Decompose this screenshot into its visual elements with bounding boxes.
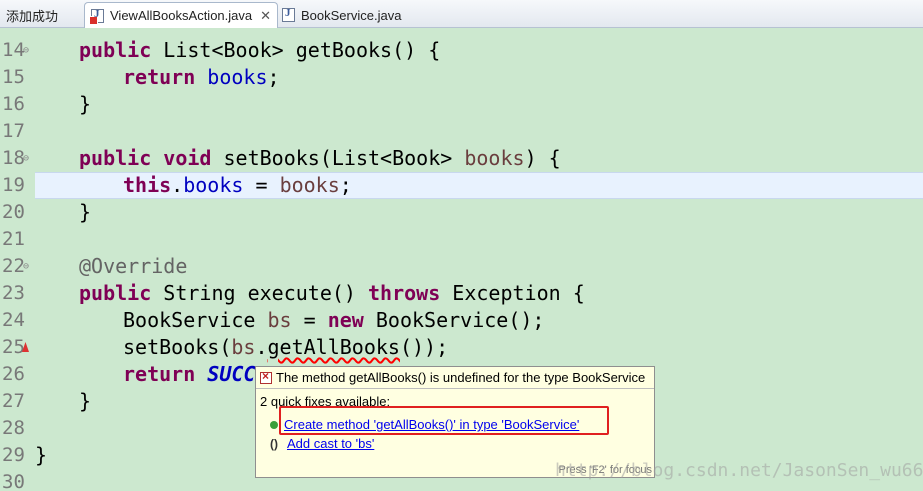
undefined-method-error: getAllBooks [267, 335, 400, 359]
fold-icon[interactable]: ⊖ [23, 145, 29, 172]
line-number: 16 [2, 93, 25, 115]
code-line-23: public String execute() throws Exception… [79, 281, 585, 305]
code-line-20: } [79, 200, 92, 224]
code-line-29: } [35, 443, 48, 467]
tab-bookservice[interactable]: BookService.java [276, 2, 407, 28]
code-line-16: } [79, 92, 92, 116]
code-line-19: this.books = books; [123, 173, 352, 197]
java-file-icon [282, 7, 295, 22]
quick-fix-add-cast[interactable]: () Add cast to 'bs' [270, 436, 374, 451]
code-line-14: public List<Book> getBooks() { [79, 38, 441, 62]
code-line-22: @Override [79, 254, 188, 278]
error-message: The method getAllBooks() is undefined fo… [276, 370, 646, 385]
line-number: 15 [2, 66, 25, 88]
tab-label: 添加成功 [6, 8, 59, 24]
java-file-error-icon [89, 8, 104, 25]
code-line-25: setBooks(bs.getAllBooks()); [123, 335, 449, 359]
code-line-18: public void setBooks(List<Book> books) { [79, 146, 561, 170]
code-line-26: return SUCC [123, 362, 256, 386]
line-number: 24 [2, 309, 25, 331]
close-icon[interactable]: ✕ [260, 8, 271, 24]
error-marker-icon[interactable] [22, 342, 29, 352]
code-line-15: return books; [123, 65, 280, 89]
line-number: 28 [2, 417, 25, 439]
tab-label: BookService.java [301, 7, 402, 23]
tab-viewallbooksaction[interactable]: ViewAllBooksAction.java ✕ [84, 2, 279, 28]
line-number: 19 [2, 174, 25, 196]
watermark: http://blog.csdn.net/JasonSen_wu666 [555, 460, 923, 481]
add-cast-link[interactable]: Add cast to 'bs' [287, 436, 374, 451]
tab-label: ViewAllBooksAction.java [110, 8, 253, 23]
line-number: 27 [2, 390, 25, 412]
popup-header: The method getAllBooks() is undefined fo… [256, 367, 654, 389]
fold-icon[interactable]: ⊖ [23, 37, 29, 64]
highlight-box [279, 406, 609, 435]
line-number: 29 [2, 444, 25, 466]
error-icon [260, 369, 272, 384]
cast-icon: () [270, 436, 278, 451]
line-number: 17 [2, 120, 25, 142]
line-number: 23 [2, 282, 25, 304]
line-number: 20 [2, 201, 25, 223]
line-number: 26 [2, 363, 25, 385]
line-number: 21 [2, 228, 25, 250]
tab-tianjia[interactable]: 添加成功 [0, 2, 64, 28]
code-line-27: } [79, 389, 92, 413]
editor-tab-bar: 添加成功 ViewAllBooksAction.java ✕ BookServi… [0, 0, 923, 28]
fold-icon[interactable]: ⊖ [23, 253, 29, 280]
line-number: 30 [2, 471, 25, 491]
create-method-icon [270, 420, 278, 429]
code-line-24: BookService bs = new BookService(); [123, 308, 545, 332]
